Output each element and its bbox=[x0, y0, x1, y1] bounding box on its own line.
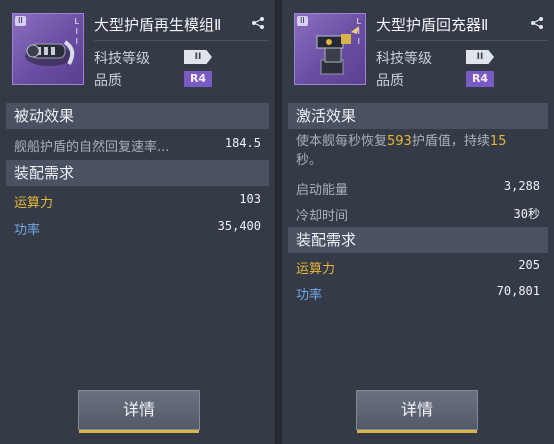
cpu-value: 103 bbox=[239, 192, 261, 206]
cooldown-label: 冷却时间 bbox=[296, 209, 349, 224]
passive-effect-value: 184.5 bbox=[224, 136, 261, 150]
quality-label: 品质 bbox=[376, 73, 404, 89]
power-label: 功率 bbox=[296, 288, 323, 303]
active-effect-description: 使本舰每秒恢复593护盾值，持续15 秒。 bbox=[296, 132, 544, 170]
quality-badge: R4 bbox=[184, 71, 212, 87]
details-button[interactable]: 详情 bbox=[78, 390, 200, 433]
module-card-left: II LII 大型护盾再生模组Ⅱ 科技等级 II 品质 R4 被动效果 舰船护盾… bbox=[0, 0, 276, 444]
regen-amount: 593 bbox=[387, 134, 412, 149]
active-text-part: 使本舰每秒恢复 bbox=[296, 134, 388, 149]
quality-label: 品质 bbox=[94, 73, 122, 89]
power-label: 功率 bbox=[14, 223, 41, 238]
module-card-right: II LII 大型护盾回充器Ⅱ 科技等级 II 品质 R4 激活效果 使本舰每秒… bbox=[282, 0, 554, 444]
requirements-header: 装配需求 bbox=[288, 227, 548, 253]
tech-level-badge: II bbox=[184, 50, 212, 64]
shield-regen-module-icon bbox=[25, 40, 75, 66]
active-effect-header: 激活效果 bbox=[288, 103, 548, 129]
title-divider bbox=[94, 40, 269, 41]
share-icon[interactable] bbox=[530, 16, 544, 30]
title-divider bbox=[376, 40, 548, 41]
tech-level-label: 科技等级 bbox=[376, 51, 432, 67]
tech-level-label: 科技等级 bbox=[94, 51, 150, 67]
active-text-part: 护盾值，持续 bbox=[411, 134, 490, 149]
module-title: 大型护盾再生模组Ⅱ bbox=[94, 16, 222, 34]
power-value: 70,801 bbox=[496, 284, 540, 298]
details-button[interactable]: 详情 bbox=[356, 390, 478, 433]
power-value: 35,400 bbox=[217, 219, 261, 233]
quality-badge: R4 bbox=[466, 71, 494, 87]
module-thumbnail[interactable]: II LII bbox=[12, 13, 84, 85]
passive-effect-header: 被动效果 bbox=[6, 103, 269, 129]
requirements-header: 装配需求 bbox=[6, 160, 269, 186]
tech-level-badge: II bbox=[466, 50, 494, 64]
cpu-label: 运算力 bbox=[296, 262, 336, 277]
duration-amount: 15 bbox=[489, 134, 507, 149]
cpu-value: 205 bbox=[518, 258, 540, 272]
module-title: 大型护盾回充器Ⅱ bbox=[376, 16, 489, 34]
active-text-part: 秒。 bbox=[296, 153, 323, 168]
module-thumbnail[interactable]: II LII bbox=[294, 13, 366, 85]
card-header: II LII 大型护盾回充器Ⅱ 科技等级 II 品质 R4 bbox=[282, 0, 554, 98]
activation-energy-value: 3,288 bbox=[503, 179, 540, 193]
passive-effect-text: 舰船护盾的自然回复速率... bbox=[14, 140, 170, 155]
shield-booster-module-icon bbox=[316, 26, 359, 75]
cooldown-value: 30秒 bbox=[513, 207, 540, 221]
cpu-label: 运算力 bbox=[14, 196, 54, 211]
activation-energy-label: 启动能量 bbox=[296, 183, 349, 198]
share-icon[interactable] bbox=[251, 16, 265, 30]
card-header: II LII 大型护盾再生模组Ⅱ 科技等级 II 品质 R4 bbox=[0, 0, 275, 98]
